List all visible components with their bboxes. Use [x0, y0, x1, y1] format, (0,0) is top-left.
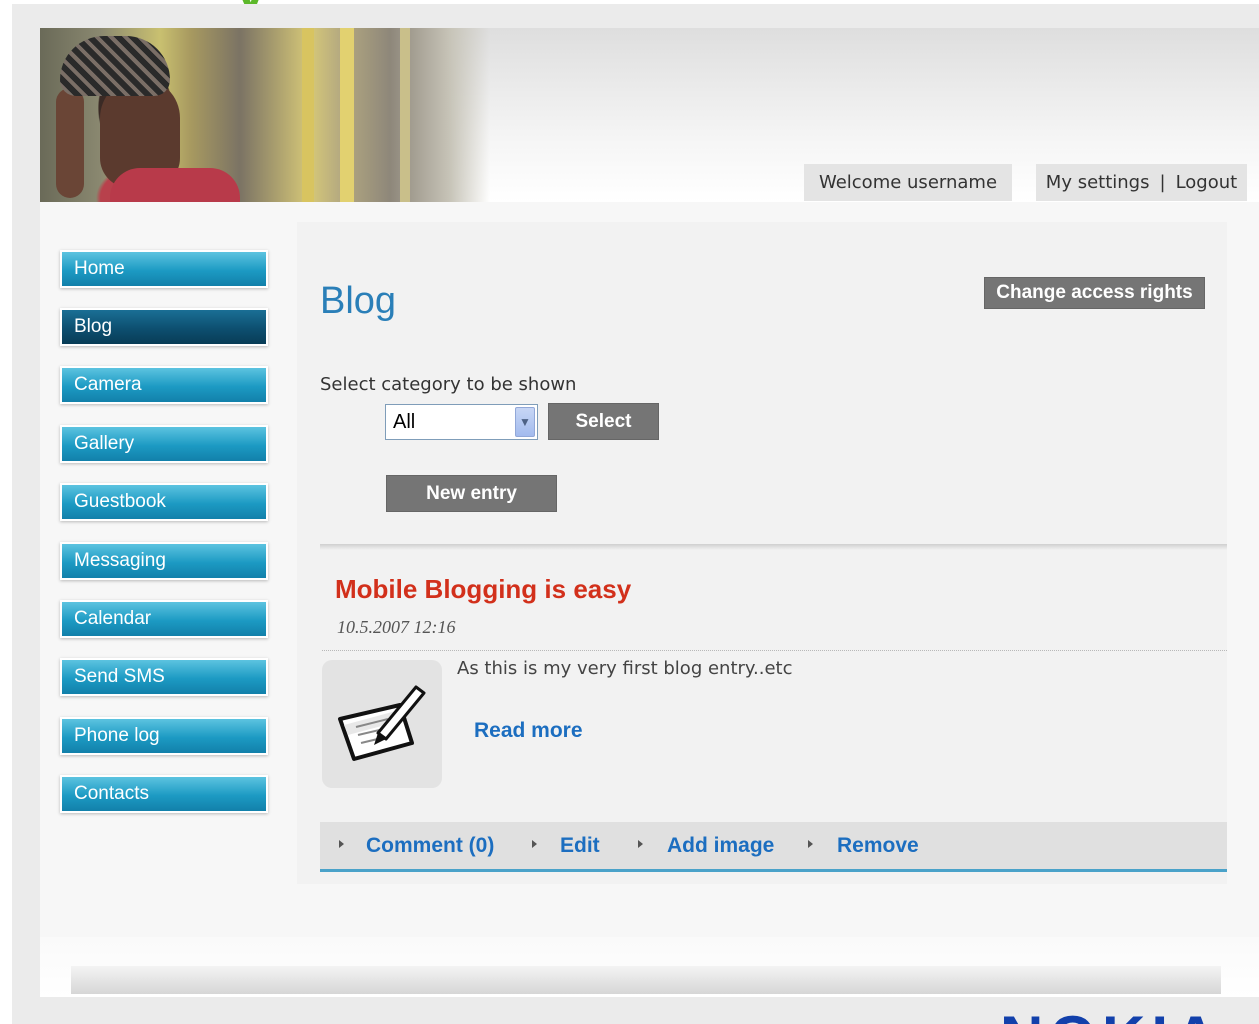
sidebar-item-contacts[interactable]: Contacts — [60, 775, 268, 813]
add-image-link[interactable]: Add image — [667, 822, 774, 869]
sidebar-item-guestbook[interactable]: Guestbook — [60, 483, 268, 521]
select-button[interactable]: Select — [548, 403, 659, 440]
blog-edit-icon — [338, 685, 426, 761]
remove-link[interactable]: Remove — [837, 822, 919, 869]
link-separator: | — [1159, 172, 1166, 193]
entry-separator — [322, 650, 1227, 651]
sidebar-item-phone-log[interactable]: Phone log — [60, 717, 268, 755]
entry-divider — [320, 544, 1227, 550]
bullet-arrow-icon — [339, 840, 344, 848]
entry-thumbnail — [322, 660, 442, 788]
photo-pole — [400, 28, 410, 202]
sidebar-item-home[interactable]: Home — [60, 250, 268, 288]
sidebar-item-camera[interactable]: Camera — [60, 366, 268, 404]
photo-headwrap — [60, 36, 170, 96]
photo-arm — [56, 88, 84, 198]
read-more-link[interactable]: Read more — [474, 719, 583, 743]
sidebar-item-messaging[interactable]: Messaging — [60, 542, 268, 580]
photo-shirt — [110, 168, 240, 202]
entry-excerpt: As this is my very first blog entry..etc — [457, 658, 793, 679]
photo-pole — [340, 28, 354, 202]
photo-pole — [302, 28, 314, 202]
category-select[interactable]: All ▼ — [385, 404, 538, 440]
page-title: Blog — [320, 280, 397, 322]
category-label: Select category to be shown — [320, 374, 577, 395]
nokia-logo-text: NOKIA — [1000, 1008, 1230, 1024]
footer-bar — [71, 966, 1221, 994]
comment-link[interactable]: Comment (0) — [366, 822, 494, 869]
my-settings-link[interactable]: My settings — [1046, 172, 1150, 193]
sidebar-item-send-sms[interactable]: Send SMS — [60, 658, 268, 696]
sidebar-item-calendar[interactable]: Calendar — [60, 600, 268, 638]
entry-action-bar: Comment (0) Edit Add image Remove — [320, 822, 1227, 872]
bullet-arrow-icon — [532, 840, 537, 848]
logout-link[interactable]: Logout — [1176, 172, 1238, 193]
bullet-arrow-icon — [808, 840, 813, 848]
bullet-arrow-icon — [638, 840, 643, 848]
nokia-logo: NOKIA — [1000, 1008, 1230, 1024]
sidebar-item-blog[interactable]: Blog — [60, 308, 268, 346]
new-entry-button[interactable]: New entry — [386, 475, 557, 512]
change-access-rights-button[interactable]: Change access rights — [984, 277, 1205, 309]
chevron-down-icon[interactable]: ▼ — [515, 407, 535, 437]
edit-link[interactable]: Edit — [560, 822, 600, 869]
entry-date: 10.5.2007 12:16 — [337, 617, 456, 637]
account-links: My settings | Logout — [1036, 164, 1247, 201]
header-photo — [40, 28, 490, 202]
welcome-message: Welcome username — [804, 164, 1012, 201]
category-select-value: All — [393, 410, 416, 433]
sidebar-item-gallery[interactable]: Gallery — [60, 425, 268, 463]
entry-title[interactable]: Mobile Blogging is easy — [335, 574, 631, 605]
